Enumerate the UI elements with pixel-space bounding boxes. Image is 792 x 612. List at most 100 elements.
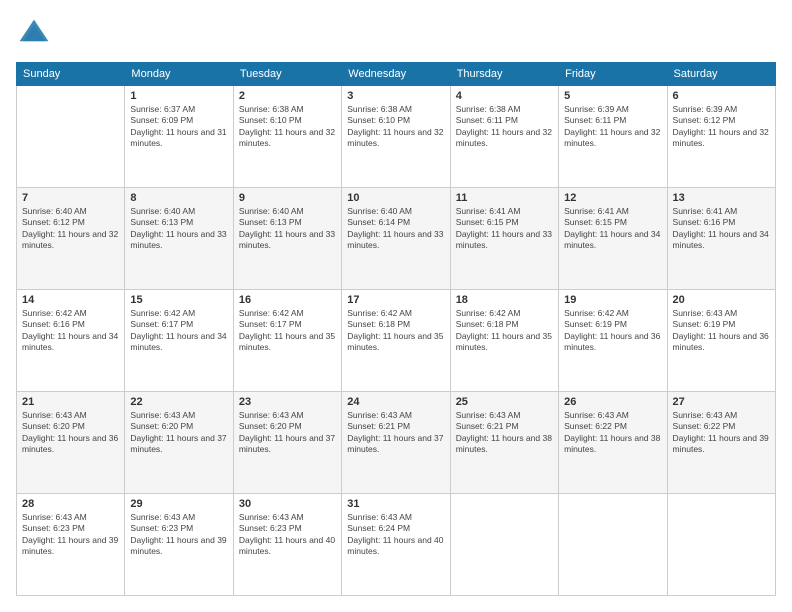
cell-info: Sunrise: 6:40 AMSunset: 6:12 PMDaylight:… [22,206,119,252]
calendar-cell: 19Sunrise: 6:42 AMSunset: 6:19 PMDayligh… [559,290,667,392]
weekday-header-friday: Friday [559,63,667,86]
cell-info: Sunrise: 6:39 AMSunset: 6:12 PMDaylight:… [673,104,770,150]
cell-info: Sunrise: 6:40 AMSunset: 6:13 PMDaylight:… [239,206,336,252]
calendar-cell: 16 Sunrise: 6:42 AMSunset: 6:17 PMDayligh… [233,290,341,392]
cell-info: Sunrise: 6:43 AMSunset: 6:21 PMDaylight:… [456,410,553,456]
cell-day-number: 27 [673,396,770,408]
cell-day-number: 5 [564,90,661,102]
week-row-2: 7 Sunrise: 6:40 AMSunset: 6:12 PMDaylight… [17,188,776,290]
page: SundayMondayTuesdayWednesdayThursdayFrid… [0,0,792,612]
calendar-cell [450,494,558,596]
cell-day-number: 10 [347,192,444,204]
cell-day-number: 9 [239,192,336,204]
calendar-cell: 7 Sunrise: 6:40 AMSunset: 6:12 PMDaylight… [17,188,125,290]
cell-day-number: 22 [130,396,227,408]
cell-day-number: 26 [564,396,661,408]
cell-info: Sunrise: 6:42 AMSunset: 6:17 PMDaylight:… [130,308,227,354]
calendar-cell [667,494,775,596]
cell-day-number: 13 [673,192,770,204]
calendar-cell: 18 Sunrise: 6:42 AMSunset: 6:18 PMDayligh… [450,290,558,392]
week-row-5: 28Sunrise: 6:43 AMSunset: 6:23 PMDayligh… [17,494,776,596]
cell-day-number: 6 [673,90,770,102]
cell-day-number: 17 [347,294,444,306]
weekday-header-wednesday: Wednesday [342,63,450,86]
calendar-cell: 2 Sunrise: 6:38 AMSunset: 6:10 PMDaylight… [233,86,341,188]
weekday-header-monday: Monday [125,63,233,86]
calendar-cell: 1 Sunrise: 6:37 AMSunset: 6:09 PMDaylight… [125,86,233,188]
cell-info: Sunrise: 6:42 AMSunset: 6:18 PMDaylight:… [456,308,553,354]
cell-day-number: 23 [239,396,336,408]
cell-day-number: 21 [22,396,119,408]
calendar-cell: 6 Sunrise: 6:39 AMSunset: 6:12 PMDaylight… [667,86,775,188]
cell-info: Sunrise: 6:43 AMSunset: 6:23 PMDaylight:… [22,512,119,558]
calendar-cell: 25Sunrise: 6:43 AMSunset: 6:21 PMDayligh… [450,392,558,494]
calendar-cell: 21 Sunrise: 6:43 AMSunset: 6:20 PMDayligh… [17,392,125,494]
cell-info: Sunrise: 6:43 AMSunset: 6:19 PMDaylight:… [673,308,770,354]
calendar-cell: 9 Sunrise: 6:40 AMSunset: 6:13 PMDaylight… [233,188,341,290]
cell-day-number: 7 [22,192,119,204]
header [16,16,776,52]
cell-info: Sunrise: 6:42 AMSunset: 6:19 PMDaylight:… [564,308,661,354]
weekday-header-tuesday: Tuesday [233,63,341,86]
cell-info: Sunrise: 6:38 AMSunset: 6:10 PMDaylight:… [239,104,336,150]
cell-info: Sunrise: 6:43 AMSunset: 6:22 PMDaylight:… [564,410,661,456]
cell-day-number: 20 [673,294,770,306]
cell-day-number: 16 [239,294,336,306]
cell-day-number: 15 [130,294,227,306]
cell-info: Sunrise: 6:39 AMSunset: 6:11 PMDaylight:… [564,104,661,150]
weekday-header-row: SundayMondayTuesdayWednesdayThursdayFrid… [17,63,776,86]
cell-info: Sunrise: 6:41 AMSunset: 6:16 PMDaylight:… [673,206,770,252]
calendar-cell: 12 Sunrise: 6:41 AMSunset: 6:15 PMDayligh… [559,188,667,290]
cell-day-number: 14 [22,294,119,306]
cell-info: Sunrise: 6:43 AMSunset: 6:23 PMDaylight:… [130,512,227,558]
cell-info: Sunrise: 6:41 AMSunset: 6:15 PMDaylight:… [564,206,661,252]
calendar-cell: 8 Sunrise: 6:40 AMSunset: 6:13 PMDaylight… [125,188,233,290]
cell-info: Sunrise: 6:42 AMSunset: 6:16 PMDaylight:… [22,308,119,354]
cell-info: Sunrise: 6:43 AMSunset: 6:23 PMDaylight:… [239,512,336,558]
week-row-4: 21 Sunrise: 6:43 AMSunset: 6:20 PMDayligh… [17,392,776,494]
calendar-cell: 24 Sunrise: 6:43 AMSunset: 6:21 PMDayligh… [342,392,450,494]
calendar-cell: 22 Sunrise: 6:43 AMSunset: 6:20 PMDayligh… [125,392,233,494]
cell-day-number: 4 [456,90,553,102]
cell-day-number: 3 [347,90,444,102]
cell-day-number: 12 [564,192,661,204]
cell-day-number: 1 [130,90,227,102]
cell-info: Sunrise: 6:43 AMSunset: 6:21 PMDaylight:… [347,410,444,456]
calendar-cell: 11 Sunrise: 6:41 AMSunset: 6:15 PMDayligh… [450,188,558,290]
weekday-header-sunday: Sunday [17,63,125,86]
cell-day-number: 11 [456,192,553,204]
cell-info: Sunrise: 6:41 AMSunset: 6:15 PMDaylight:… [456,206,553,252]
cell-day-number: 18 [456,294,553,306]
cell-day-number: 24 [347,396,444,408]
cell-day-number: 8 [130,192,227,204]
cell-info: Sunrise: 6:43 AMSunset: 6:22 PMDaylight:… [673,410,770,456]
cell-info: Sunrise: 6:43 AMSunset: 6:20 PMDaylight:… [22,410,119,456]
cell-day-number: 31 [347,498,444,510]
logo [16,16,56,52]
calendar-cell: 4Sunrise: 6:38 AMSunset: 6:11 PMDaylight… [450,86,558,188]
cell-info: Sunrise: 6:38 AMSunset: 6:10 PMDaylight:… [347,104,444,150]
calendar-table: SundayMondayTuesdayWednesdayThursdayFrid… [16,62,776,596]
calendar-cell: 31 Sunrise: 6:43 AMSunset: 6:24 PMDayligh… [342,494,450,596]
calendar-cell [559,494,667,596]
logo-icon [16,16,52,52]
cell-info: Sunrise: 6:43 AMSunset: 6:24 PMDaylight:… [347,512,444,558]
cell-info: Sunrise: 6:43 AMSunset: 6:20 PMDaylight:… [130,410,227,456]
cell-info: Sunrise: 6:42 AMSunset: 6:18 PMDaylight:… [347,308,444,354]
calendar-cell: 23 Sunrise: 6:43 AMSunset: 6:20 PMDayligh… [233,392,341,494]
weekday-header-thursday: Thursday [450,63,558,86]
weekday-header-saturday: Saturday [667,63,775,86]
cell-info: Sunrise: 6:40 AMSunset: 6:13 PMDaylight:… [130,206,227,252]
calendar-cell [17,86,125,188]
calendar-cell: 15 Sunrise: 6:42 AMSunset: 6:17 PMDayligh… [125,290,233,392]
cell-info: Sunrise: 6:37 AMSunset: 6:09 PMDaylight:… [130,104,227,150]
calendar-cell: 3 Sunrise: 6:38 AMSunset: 6:10 PMDaylight… [342,86,450,188]
calendar-cell: 30Sunrise: 6:43 AMSunset: 6:23 PMDayligh… [233,494,341,596]
calendar-cell: 17 Sunrise: 6:42 AMSunset: 6:18 PMDayligh… [342,290,450,392]
cell-info: Sunrise: 6:43 AMSunset: 6:20 PMDaylight:… [239,410,336,456]
cell-info: Sunrise: 6:42 AMSunset: 6:17 PMDaylight:… [239,308,336,354]
calendar-cell: 29Sunrise: 6:43 AMSunset: 6:23 PMDayligh… [125,494,233,596]
calendar-cell: 26 Sunrise: 6:43 AMSunset: 6:22 PMDayligh… [559,392,667,494]
cell-day-number: 2 [239,90,336,102]
week-row-1: 1 Sunrise: 6:37 AMSunset: 6:09 PMDaylight… [17,86,776,188]
